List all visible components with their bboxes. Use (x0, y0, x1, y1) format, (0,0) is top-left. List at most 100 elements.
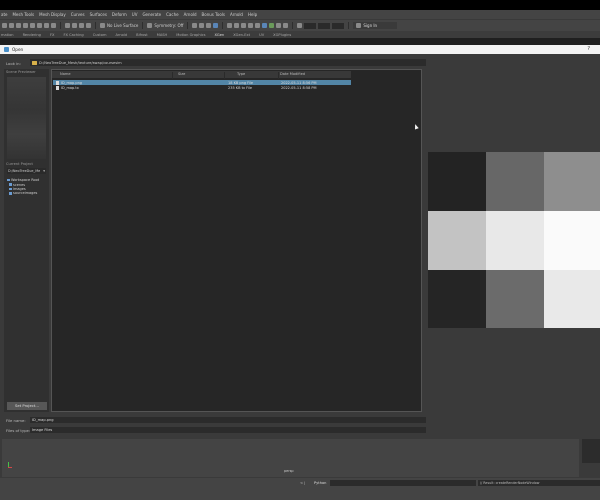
edge-icon[interactable] (37, 23, 42, 28)
column-header-name[interactable]: Name (60, 72, 71, 76)
ipr-render-icon[interactable] (241, 23, 247, 28)
image-tile (428, 211, 486, 270)
dialog-title: Open (12, 47, 24, 52)
live-surface-icon[interactable] (100, 23, 105, 28)
file-name: ID_map.tx (61, 85, 79, 90)
snap-grid-icon[interactable] (65, 23, 70, 28)
project-value: D:/NeoTreeDue_Me (8, 169, 41, 173)
uv-icon[interactable] (51, 23, 56, 28)
construction-history-icon[interactable] (192, 23, 198, 28)
dialog-sidebar: Scene Previewer Current Project D:/NeoTr… (4, 69, 49, 412)
column-divider[interactable] (224, 72, 225, 79)
component-mode-icon[interactable] (23, 23, 28, 28)
toolbar-separator (187, 22, 189, 29)
playblast-icon[interactable] (283, 23, 289, 28)
face-icon[interactable] (44, 23, 49, 28)
shelf-tab[interactable]: FX (50, 33, 55, 37)
file-list-header: Name Size Type Date Modified (52, 71, 351, 79)
tree-item-label: images (13, 186, 26, 191)
shelf-tab[interactable]: mation (1, 33, 14, 37)
tree-item[interactable]: sourceimages (7, 191, 47, 195)
toolbar-separator (142, 22, 144, 29)
camera-label: persp (284, 469, 294, 473)
help-button[interactable]: ? (587, 46, 590, 52)
project-dropdown[interactable]: D:/NeoTreeDue_Me ▾ (7, 168, 46, 174)
shelf-tab[interactable]: XGen-Ext (233, 33, 250, 37)
shelf-tab[interactable]: Rendering (23, 33, 41, 37)
arnold-render-icon[interactable] (262, 23, 268, 28)
command-input[interactable] (330, 480, 476, 486)
column-header-modified[interactable]: Date Modified (280, 72, 305, 76)
folder-icon (9, 187, 12, 191)
preview-label: Scene Previewer (6, 70, 36, 74)
shelf-tab[interactable]: Motion Graphics (176, 33, 205, 37)
vertex-icon[interactable] (30, 23, 35, 28)
undo-icon[interactable] (199, 23, 205, 28)
menu-item[interactable]: Arnold (184, 12, 197, 17)
menu-item[interactable]: Mesh Display (39, 12, 66, 17)
shelf-tab[interactable]: UV (259, 33, 264, 37)
menu-item[interactable]: Mesh Tools (12, 12, 34, 17)
input-field-mode-icon[interactable] (297, 23, 303, 28)
toolbar-separator (348, 22, 350, 29)
object-mode-icon[interactable] (16, 23, 21, 28)
snap-curve-icon[interactable] (72, 23, 77, 28)
arnold-shader-icon[interactable] (276, 23, 282, 28)
symmetry-icon[interactable] (147, 23, 153, 28)
file-name: ID_map.png (61, 80, 83, 85)
menu-item[interactable]: Curves (71, 12, 85, 17)
image-tile (486, 211, 544, 270)
render-frame-icon[interactable] (213, 23, 219, 28)
shelf-tab[interactable]: Custom (93, 33, 107, 37)
redo-icon[interactable] (206, 23, 212, 28)
render-view-icon[interactable] (227, 23, 233, 28)
folder-icon (7, 178, 10, 182)
viewport-strip: persp (2, 439, 579, 477)
menu-item[interactable]: Deform (112, 12, 127, 17)
menu-item[interactable]: Bonus Tools (202, 12, 225, 17)
shelf-tab[interactable]: FX Caching (63, 33, 83, 37)
symmetry-label[interactable]: Symmetry: Off (154, 23, 183, 28)
render-settings-icon[interactable] (248, 23, 254, 28)
sign-in-label: Sign In (363, 23, 378, 28)
command-line-bar: < | Python // Result: createRenderNodeWi… (0, 478, 600, 500)
set-project-button[interactable]: Set Project... (7, 402, 47, 410)
quick-input-field[interactable] (332, 22, 345, 29)
quick-input-field[interactable] (318, 22, 331, 29)
render-icon[interactable] (234, 23, 240, 28)
hypershade-icon[interactable] (255, 23, 261, 28)
file-row[interactable]: ID_map.tx 235 KB tx File 2022-05-11 8:58 P… (53, 85, 351, 90)
menu-item[interactable]: Arnold (230, 12, 243, 17)
quick-input-field[interactable] (304, 22, 317, 29)
project-tree: Workspace Root scenes images sourceimages (7, 178, 47, 196)
main-menu-bar: ate Mesh Tools Mesh Display Curves Surfaces D… (0, 10, 600, 19)
dialog-title-bar: Open ? (0, 45, 600, 54)
arnold-light-icon[interactable] (269, 23, 275, 28)
shelf-tab[interactable]: Bifrost (136, 33, 148, 37)
menu-item[interactable]: Help (248, 12, 257, 17)
column-divider[interactable] (172, 72, 173, 79)
hierarchy-icon[interactable] (9, 23, 14, 28)
menu-item[interactable]: Cache (166, 12, 178, 17)
column-divider[interactable] (278, 72, 279, 79)
shelf-tab[interactable]: XGPlugins (273, 33, 291, 37)
snap-view-icon[interactable] (86, 23, 91, 28)
live-surface-label[interactable]: No Live Surface (107, 23, 138, 28)
shelf-tab[interactable]: Arnold (115, 33, 127, 37)
menu-item[interactable]: Generate (142, 12, 161, 17)
snap-point-icon[interactable] (79, 23, 84, 28)
folder-icon (32, 60, 37, 65)
shelf-tab[interactable]: MASH (157, 33, 168, 37)
shelf-tab[interactable]: XGen (214, 33, 224, 37)
menu-item[interactable]: ate (1, 12, 7, 17)
column-header-size[interactable]: Size (178, 72, 185, 76)
image-tile (544, 152, 600, 211)
menu-item[interactable]: UV (132, 12, 138, 17)
sign-in-button[interactable]: Sign In (353, 22, 398, 29)
axis-gizmo-icon (7, 459, 12, 469)
file-icon (56, 85, 59, 90)
menu-item[interactable]: Surfaces (90, 12, 107, 17)
select-mode-icon[interactable] (2, 23, 7, 28)
column-header-type[interactable]: Type (237, 72, 245, 76)
script-language-toggle[interactable]: Python (314, 481, 326, 485)
